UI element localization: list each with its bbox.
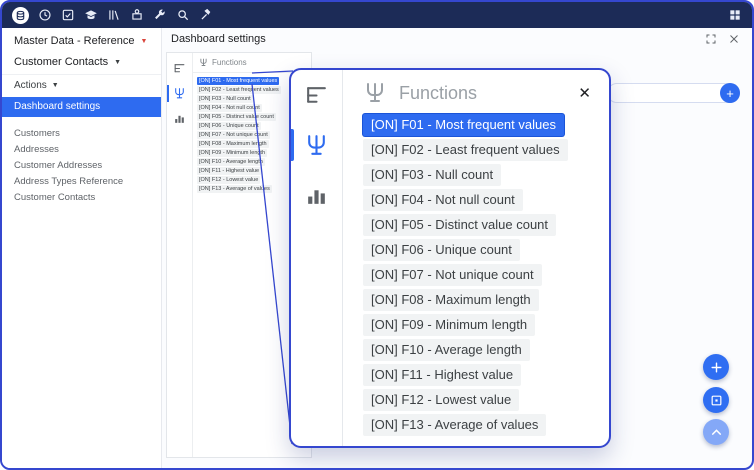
- popup-header: Functions ✕: [363, 81, 595, 105]
- function-item[interactable]: [ON] F12 - Lowest value: [197, 176, 260, 184]
- function-item[interactable]: [ON] F07 - Not unique count: [363, 264, 542, 286]
- function-item[interactable]: [ON] F06 - Unique count: [197, 122, 261, 130]
- function-item[interactable]: [ON] F11 - Highest value: [363, 364, 521, 386]
- tab-tree-icon[interactable]: [167, 58, 192, 79]
- wrench-icon[interactable]: [153, 8, 167, 22]
- function-item[interactable]: [ON] F08 - Maximum length: [197, 140, 269, 148]
- scroll-to-top-button[interactable]: [703, 419, 729, 445]
- chevron-down-icon: ▼: [52, 82, 59, 89]
- function-item[interactable]: [ON] F09 - Minimum length: [197, 149, 267, 157]
- page-title: Dashboard settings: [171, 33, 266, 45]
- function-item[interactable]: [ON] F02 - Least frequent values: [197, 86, 281, 94]
- function-item[interactable]: [ON] F13 - Average of values: [197, 185, 272, 193]
- sidebar-nav-item[interactable]: Customers: [2, 126, 161, 142]
- functions-icon: [199, 58, 208, 67]
- popup-content: Functions ✕ [ON] F01 - Most frequent val…: [343, 70, 609, 446]
- widget-button[interactable]: [703, 387, 729, 413]
- sidebar-nav-item[interactable]: Addresses: [2, 142, 161, 158]
- popup-tab-strip: [291, 70, 343, 446]
- function-item[interactable]: [ON] F10 - Average length: [363, 339, 530, 361]
- tab-functions-icon[interactable]: [291, 122, 342, 168]
- tab-tree-icon[interactable]: [291, 72, 342, 118]
- functions-popup: Functions ✕ [ON] F01 - Most frequent val…: [289, 68, 611, 448]
- sidebar-nav-item[interactable]: Customer Contacts: [2, 190, 161, 206]
- clock-icon[interactable]: [38, 8, 52, 22]
- topbar: [2, 2, 752, 28]
- function-item[interactable]: [ON] F05 - Distinct value count: [197, 113, 276, 121]
- function-item[interactable]: [ON] F06 - Unique count: [363, 239, 520, 261]
- header-actions: [705, 32, 740, 44]
- function-item[interactable]: [ON] F08 - Maximum length: [363, 289, 539, 311]
- tab-functions-icon[interactable]: [167, 83, 192, 104]
- functions-panel-title: Functions: [212, 58, 247, 67]
- function-item[interactable]: [ON] F04 - Not null count: [363, 189, 523, 211]
- entity-selector[interactable]: Customer Contacts ▼: [2, 51, 161, 75]
- function-item[interactable]: [ON] F03 - Null count: [363, 164, 501, 186]
- function-item[interactable]: [ON] F13 - Average of values: [363, 414, 546, 436]
- tab-chart-icon[interactable]: [167, 108, 192, 129]
- add-button[interactable]: [703, 354, 729, 380]
- actions-label: Actions: [14, 80, 47, 91]
- tools-icon[interactable]: [199, 8, 213, 22]
- tasks-icon[interactable]: [61, 8, 75, 22]
- function-item[interactable]: [ON] F10 - Average length: [197, 158, 265, 166]
- function-item[interactable]: [ON] F03 - Null count: [197, 95, 253, 103]
- popup-title: Functions: [399, 83, 477, 104]
- sidebar-nav: CustomersAddressesCustomer AddressesAddr…: [2, 126, 161, 206]
- close-icon[interactable]: [728, 32, 740, 44]
- apps-grid-icon[interactable]: [728, 8, 742, 22]
- plugin-icon[interactable]: [130, 8, 144, 22]
- sidebar-item-dashboard-settings[interactable]: Dashboard settings: [2, 97, 161, 117]
- search-icon[interactable]: [176, 8, 190, 22]
- tab-chart-icon[interactable]: [291, 172, 342, 218]
- education-icon[interactable]: [84, 8, 98, 22]
- function-item[interactable]: [ON] F05 - Distinct value count: [363, 214, 556, 236]
- functions-list: [ON] F01 - Most frequent values [ON] F02 …: [363, 114, 595, 436]
- workspace-selector[interactable]: Master Data - Reference ▼: [2, 28, 161, 51]
- function-item[interactable]: [ON] F04 - Not null count: [197, 104, 262, 112]
- chevron-down-icon: ▼: [114, 59, 121, 66]
- entity-label: Customer Contacts: [14, 56, 108, 68]
- fullscreen-icon[interactable]: [705, 32, 717, 44]
- add-icon[interactable]: +: [720, 83, 740, 103]
- function-item[interactable]: [ON] F02 - Least frequent values: [363, 139, 568, 161]
- library-icon[interactable]: [107, 8, 121, 22]
- function-item[interactable]: [ON] F01 - Most frequent values: [363, 114, 564, 136]
- function-item[interactable]: [ON] F12 - Lowest value: [363, 389, 519, 411]
- function-item[interactable]: [ON] F11 - Highest value: [197, 167, 261, 175]
- function-item[interactable]: [ON] F09 - Minimum length: [363, 314, 535, 336]
- app-window: Master Data - Reference ▼ Customer Conta…: [0, 0, 754, 470]
- sidebar: Master Data - Reference ▼ Customer Conta…: [2, 28, 162, 468]
- panel-tab-strip: [167, 53, 193, 457]
- close-icon[interactable]: ✕: [574, 82, 595, 104]
- workspace-label: Master Data - Reference: [14, 35, 134, 47]
- actions-menu[interactable]: Actions ▼: [2, 75, 161, 96]
- sidebar-nav-item[interactable]: Address Types Reference: [2, 174, 161, 190]
- function-item[interactable]: [ON] F07 - Not unique count: [197, 131, 270, 139]
- function-item[interactable]: [ON] F01 - Most frequent values: [197, 77, 279, 85]
- search-input[interactable]: +: [607, 83, 740, 103]
- app-logo-database-icon[interactable]: [12, 7, 29, 24]
- sidebar-nav-item[interactable]: Customer Addresses: [2, 158, 161, 174]
- functions-icon: [363, 81, 387, 105]
- chevron-down-icon: ▼: [140, 38, 147, 45]
